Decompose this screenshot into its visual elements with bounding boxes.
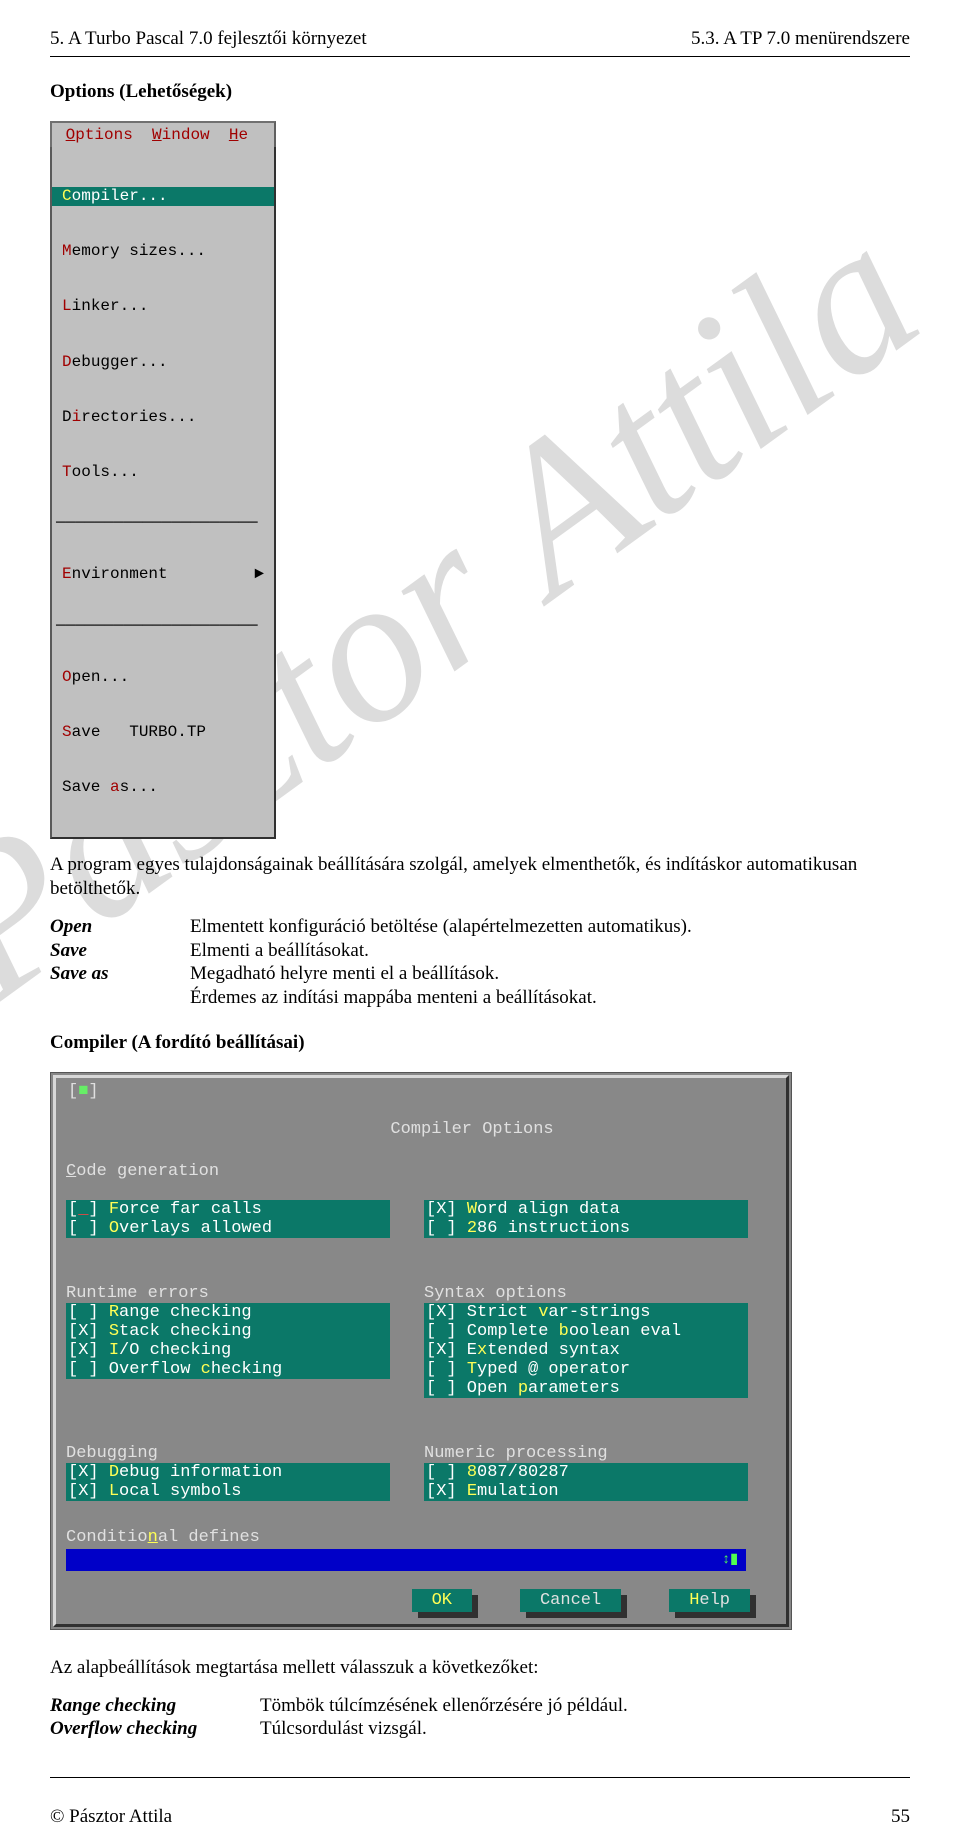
opt-emulation[interactable]: [X] Emulation bbox=[424, 1482, 748, 1501]
opt-open-params[interactable]: [ ] Open parameters bbox=[424, 1379, 748, 1398]
opt-complete[interactable]: [ ] Complete boolean eval bbox=[424, 1322, 748, 1341]
options-dropdown: Compiler... Memory sizes... Linker... De… bbox=[50, 147, 276, 839]
dialog-close-icon[interactable]: [■] bbox=[68, 1082, 99, 1101]
footer-page-number: 55 bbox=[891, 1806, 910, 1828]
menu-item-save[interactable]: Save TURBO.TP bbox=[52, 723, 274, 742]
menu-item-linker[interactable]: Linker... bbox=[52, 297, 274, 316]
menu-item-open[interactable]: Open... bbox=[52, 668, 274, 687]
footer-left: © Pásztor Attila bbox=[50, 1806, 172, 1828]
opt-8087[interactable]: [ ] 8087/80287 bbox=[424, 1463, 748, 1482]
conditional-defines-input[interactable]: ↕▮ bbox=[66, 1549, 746, 1571]
page-header: 5. A Turbo Pascal 7.0 fejlesztői környez… bbox=[50, 28, 910, 50]
menu-separator-1: ───────────────────── bbox=[52, 518, 274, 529]
header-rule bbox=[50, 56, 910, 57]
group-debugging: Debugging bbox=[66, 1444, 280, 1463]
dialog-title-bar: [■] Compiler Options bbox=[66, 1082, 776, 1158]
opt-stack[interactable]: [X] Stack checking bbox=[66, 1322, 390, 1341]
opt-overlays[interactable]: [ ] Overlays allowed bbox=[66, 1219, 390, 1238]
menu-window[interactable]: Window bbox=[152, 126, 210, 144]
options-menu-screenshot: Options Window He Compiler... Memory siz… bbox=[50, 121, 276, 839]
menu-options[interactable]: Options bbox=[66, 126, 133, 144]
options-paragraph: A program egyes tulajdonságainak beállít… bbox=[50, 853, 910, 901]
menu-separator-2: ───────────────────── bbox=[52, 621, 274, 632]
cancel-button[interactable]: Cancel bbox=[520, 1589, 621, 1612]
menu-item-save-as[interactable]: Save as... bbox=[52, 778, 274, 797]
opt-typed[interactable]: [ ] Typed @ operator bbox=[424, 1360, 748, 1379]
def-save-as: Save as Megadható helyre menti el a beál… bbox=[50, 962, 910, 1010]
def-open: Open Elmentett konfiguráció betöltése (a… bbox=[50, 915, 910, 939]
dialog-title: Compiler Options bbox=[390, 1120, 553, 1139]
page-footer: © Pásztor Attila 55 bbox=[50, 1806, 910, 1828]
group-conditional: Conditional defines ↕▮ bbox=[66, 1528, 776, 1571]
opt-range[interactable]: [ ] Range checking bbox=[66, 1303, 390, 1322]
def-save: Save Elmenti a beállításokat. bbox=[50, 939, 910, 963]
after-dialog-intro: Az alapbeállítások megtartása mellett vá… bbox=[50, 1656, 910, 1680]
group-code-generation: Code generation bbox=[66, 1162, 776, 1181]
opt-debug-info[interactable]: [X] Debug information bbox=[66, 1463, 390, 1482]
menu-item-compiler[interactable]: Compiler... bbox=[52, 187, 274, 206]
opt-strict[interactable]: [X] Strict var-strings bbox=[424, 1303, 748, 1322]
opt-overflow[interactable]: [ ] Overflow checking bbox=[66, 1360, 390, 1379]
help-button[interactable]: Help bbox=[669, 1589, 750, 1612]
group-numeric: Numeric processing bbox=[424, 1444, 659, 1463]
opt-word-align[interactable]: [X] Word align data bbox=[424, 1200, 748, 1219]
menu-help[interactable]: He bbox=[229, 126, 248, 144]
footer-rule bbox=[50, 1777, 910, 1778]
opt-extended[interactable]: [X] Extended syntax bbox=[424, 1341, 748, 1360]
ok-button[interactable]: OK bbox=[412, 1589, 472, 1612]
header-left: 5. A Turbo Pascal 7.0 fejlesztői környez… bbox=[50, 28, 367, 50]
menu-item-environment[interactable]: Environment► bbox=[52, 565, 274, 584]
opt-286[interactable]: [ ] 286 instructions bbox=[424, 1219, 748, 1238]
input-cursor-icon: ↕▮ bbox=[722, 1550, 738, 1569]
opt-force-far[interactable]: [_] Force far calls bbox=[66, 1200, 390, 1219]
menu-item-debugger[interactable]: Debugger... bbox=[52, 353, 274, 372]
menu-bar: Options Window He bbox=[50, 121, 276, 147]
submenu-arrow-icon: ► bbox=[254, 565, 264, 584]
compiler-heading: Compiler (A fordító beállításai) bbox=[50, 1032, 910, 1054]
group-runtime: Runtime errors bbox=[66, 1284, 280, 1303]
def-overflow-checking: Overflow checking Túlcsordulást vizsgál. bbox=[50, 1717, 910, 1741]
opt-io[interactable]: [X] I/O checking bbox=[66, 1341, 390, 1360]
options-heading: Options (Lehetőségek) bbox=[50, 81, 910, 103]
menu-item-memory[interactable]: Memory sizes... bbox=[52, 242, 274, 261]
group-syntax: Syntax options bbox=[424, 1284, 659, 1303]
compiler-options-dialog: [■] Compiler Options Code generation [_]… bbox=[50, 1072, 792, 1630]
header-right: 5.3. A TP 7.0 menürendszere bbox=[691, 28, 910, 50]
menu-item-tools[interactable]: Tools... bbox=[52, 463, 274, 482]
def-range-checking: Range checking Tömbök túlcímzésének elle… bbox=[50, 1694, 910, 1718]
opt-local-symbols[interactable]: [X] Local symbols bbox=[66, 1482, 390, 1501]
menu-item-directories[interactable]: Directories... bbox=[52, 408, 274, 427]
